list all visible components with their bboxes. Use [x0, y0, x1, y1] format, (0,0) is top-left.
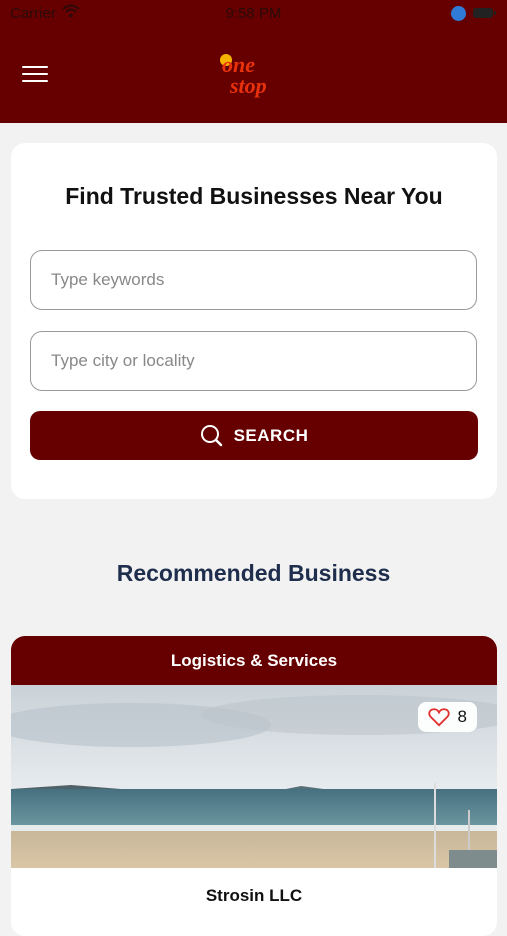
- city-input[interactable]: [30, 331, 477, 391]
- menu-icon-line: [22, 66, 48, 68]
- business-name: Strosin LLC: [205, 886, 303, 905]
- menu-button[interactable]: [22, 66, 48, 84]
- onestop-logo: one stop: [220, 52, 267, 98]
- business-photo[interactable]: 8: [11, 685, 497, 868]
- like-count: 8: [457, 707, 467, 726]
- search-icon: [200, 424, 222, 446]
- recommended-title: Recommended Business: [116, 560, 391, 586]
- battery-icon: [473, 8, 496, 18]
- business-category: Logistics & Services: [11, 636, 497, 685]
- menu-icon-line: [22, 73, 48, 75]
- menu-icon-line: [22, 80, 48, 82]
- search-card: Find Trusted Businesses Near You SEARCH: [11, 143, 497, 499]
- location-icon: [451, 6, 466, 21]
- status-bar: Carrier 9:58 PM: [0, 0, 507, 28]
- heart-icon: [427, 708, 450, 727]
- search-title: Find Trusted Businesses Near You: [65, 183, 443, 209]
- svg-text:stop: stop: [229, 73, 267, 98]
- app-header: one stop: [0, 28, 507, 123]
- clock: 9:58 PM: [225, 5, 282, 22]
- search-button-label: SEARCH: [233, 425, 309, 445]
- business-card[interactable]: Logistics & Services 8 Strosin LLC: [11, 636, 497, 936]
- keywords-input[interactable]: [30, 250, 477, 310]
- like-button[interactable]: 8: [417, 702, 477, 732]
- search-button[interactable]: SEARCH: [30, 411, 478, 460]
